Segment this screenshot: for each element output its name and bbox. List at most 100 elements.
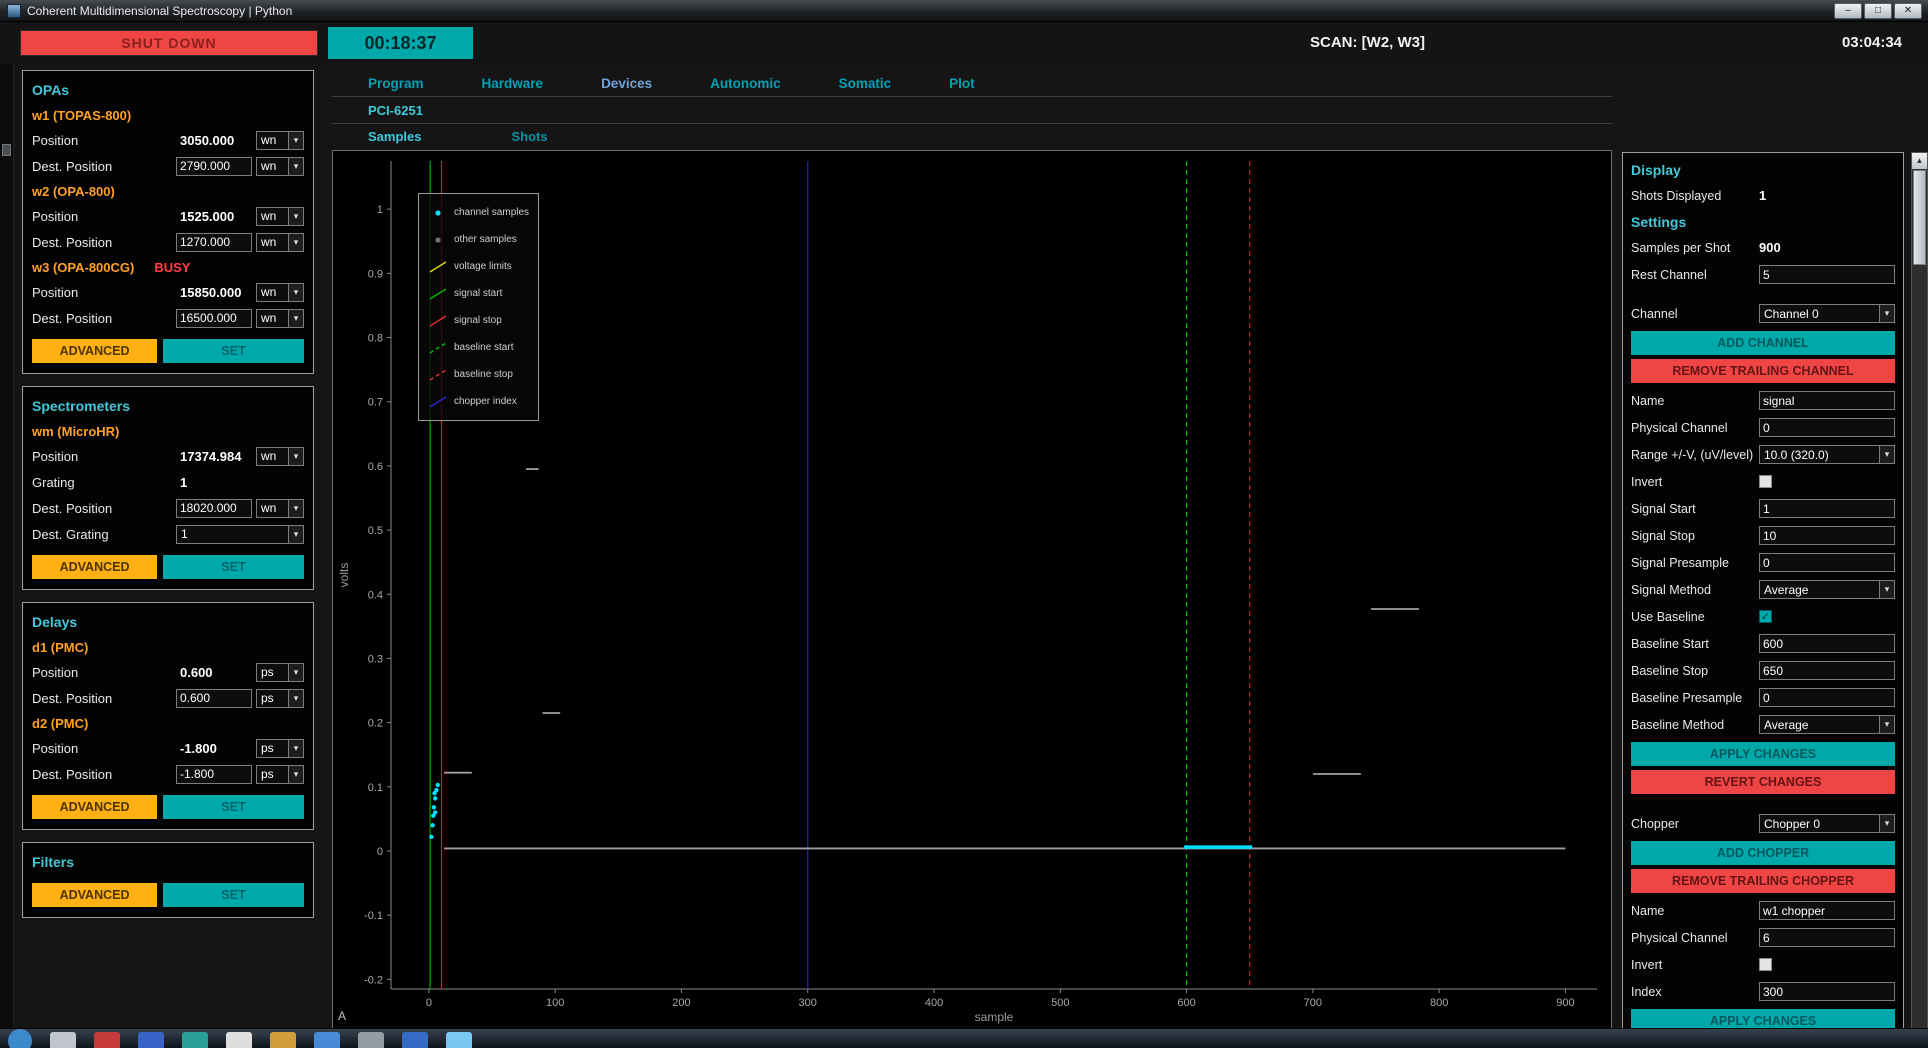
svg-text:1: 1 (377, 204, 383, 216)
dock-handle-icon[interactable] (2, 144, 11, 156)
input-signal-start[interactable] (1759, 499, 1895, 518)
checkbox-invert[interactable] (1759, 475, 1772, 488)
row-label: Dest. Grating (32, 527, 176, 542)
select-channel[interactable]: Channel 0▾ (1759, 304, 1895, 323)
setting-label: Baseline Start (1631, 637, 1759, 651)
input-baseline-start[interactable] (1759, 634, 1895, 653)
unit-select[interactable]: ps▾ (256, 663, 304, 682)
checkbox-invert[interactable] (1759, 958, 1772, 971)
close-button[interactable]: ✕ (1894, 3, 1922, 19)
input-signal-presample[interactable] (1759, 553, 1895, 572)
setting-signal-start: Signal Start (1631, 495, 1895, 522)
unit-select[interactable]: wn▾ (256, 447, 304, 466)
checkbox-use-baseline[interactable]: ✓ (1759, 610, 1772, 623)
input-name[interactable] (1759, 391, 1895, 410)
input-physical-channel[interactable] (1759, 928, 1895, 947)
row-label: Dest. Position (32, 767, 176, 782)
subtab-samples[interactable]: Samples (368, 129, 421, 144)
input-dest-position[interactable] (176, 157, 252, 176)
unit-select[interactable]: wn▾ (256, 233, 304, 252)
row-label: Dest. Position (32, 311, 176, 326)
tab-pci-6251[interactable]: PCI-6251 (368, 103, 423, 118)
taskbar-app-6[interactable] (270, 1032, 296, 1048)
input-baseline-stop[interactable] (1759, 661, 1895, 680)
taskbar-app-8[interactable] (358, 1032, 384, 1048)
input-index[interactable] (1759, 982, 1895, 1001)
unit-select[interactable]: wn▾ (256, 309, 304, 328)
add-chopper-button[interactable]: ADD CHOPPER (1631, 841, 1895, 865)
set-button[interactable]: SET (163, 555, 304, 579)
taskbar-app-4[interactable] (182, 1032, 208, 1048)
set-button[interactable]: SET (163, 883, 304, 907)
unit-select[interactable]: wn▾ (256, 157, 304, 176)
unit-select[interactable]: wn▾ (256, 207, 304, 226)
input-dest-position[interactable] (176, 499, 252, 518)
input-rest-channel[interactable] (1759, 265, 1895, 284)
input-dest-position[interactable] (176, 309, 252, 328)
taskbar-app-1[interactable] (50, 1032, 76, 1048)
input-signal-stop[interactable] (1759, 526, 1895, 545)
unit-select[interactable]: ps▾ (256, 689, 304, 708)
scrollbar-thumb[interactable] (1913, 170, 1926, 265)
settings-scrollbar[interactable]: ▲ ▼ (1911, 152, 1928, 1048)
tab-autonomic[interactable]: Autonomic (710, 76, 781, 91)
setting-signal-presample: Signal Presample (1631, 549, 1895, 576)
input-dest-position[interactable] (176, 765, 252, 784)
autoscale-button[interactable]: A (338, 1009, 346, 1023)
unit-select[interactable]: ps▾ (256, 739, 304, 758)
subtab-shots[interactable]: Shots (511, 129, 547, 144)
unit-select[interactable]: wn▾ (256, 283, 304, 302)
select-signal-method-value: Average (1760, 581, 1879, 598)
taskbar-app-9[interactable] (402, 1032, 428, 1048)
maximize-button[interactable]: □ (1864, 3, 1892, 19)
input-name[interactable] (1759, 901, 1895, 920)
input-baseline-presample[interactable] (1759, 688, 1895, 707)
remove-trailing-chopper-button[interactable]: REMOVE TRAILING CHOPPER (1631, 869, 1895, 893)
section-header-display: Display (1631, 157, 1895, 182)
tab-devices[interactable]: Devices (601, 76, 652, 91)
select-chopper[interactable]: Chopper 0▾ (1759, 814, 1895, 833)
taskbar-app-10[interactable] (446, 1032, 472, 1048)
tab-plot[interactable]: Plot (949, 76, 975, 91)
taskbar-app-5[interactable] (226, 1032, 252, 1048)
svg-text:0: 0 (377, 846, 383, 858)
row-w1-topas-800-position: Position3050.000wn▾ (32, 127, 304, 153)
select-chopper-value: Chopper 0 (1760, 815, 1879, 832)
add-channel-button[interactable]: ADD CHANNEL (1631, 331, 1895, 355)
select-signal-method[interactable]: Average▾ (1759, 580, 1895, 599)
start-button[interactable] (8, 1029, 32, 1048)
input-physical-channel[interactable] (1759, 418, 1895, 437)
input-dest-position[interactable] (176, 233, 252, 252)
advanced-button[interactable]: ADVANCED (32, 883, 157, 907)
taskbar-app-7[interactable] (314, 1032, 340, 1048)
tab-hardware[interactable]: Hardware (482, 76, 544, 91)
scroll-up-icon[interactable]: ▲ (1912, 153, 1927, 169)
unit-select-value: ps (257, 690, 288, 707)
select-baseline-method[interactable]: Average▾ (1759, 715, 1895, 734)
dock-strip (0, 64, 14, 1048)
shutdown-button[interactable]: SHUT DOWN (20, 30, 318, 56)
input-dest-position[interactable] (176, 689, 252, 708)
apply-changes-button[interactable]: APPLY CHANGES (1631, 742, 1895, 766)
minimize-button[interactable]: – (1834, 3, 1862, 19)
select-range-v-uv-level[interactable]: 10.0 (320.0)▾ (1759, 445, 1895, 464)
unit-select[interactable]: wn▾ (256, 131, 304, 150)
tab-program[interactable]: Program (368, 76, 424, 91)
unit-select-value: ps (257, 740, 288, 757)
unit-select[interactable]: wn▾ (256, 499, 304, 518)
revert-changes-button[interactable]: REVERT CHANGES (1631, 770, 1895, 794)
advanced-button[interactable]: ADVANCED (32, 339, 157, 363)
advanced-button[interactable]: ADVANCED (32, 795, 157, 819)
row-label: Position (32, 133, 176, 148)
set-button[interactable]: SET (163, 339, 304, 363)
tab-somatic[interactable]: Somatic (839, 76, 892, 91)
set-button[interactable]: SET (163, 795, 304, 819)
unit-select[interactable]: ps▾ (256, 765, 304, 784)
remove-trailing-channel-button[interactable]: REMOVE TRAILING CHANNEL (1631, 359, 1895, 383)
select-dest-grating[interactable]: 1▾ (176, 525, 304, 544)
taskbar-app-2[interactable] (94, 1032, 120, 1048)
taskbar-app-3[interactable] (138, 1032, 164, 1048)
advanced-button[interactable]: ADVANCED (32, 555, 157, 579)
chevron-down-icon: ▾ (288, 500, 303, 517)
value-position: 0.600 (176, 665, 252, 680)
